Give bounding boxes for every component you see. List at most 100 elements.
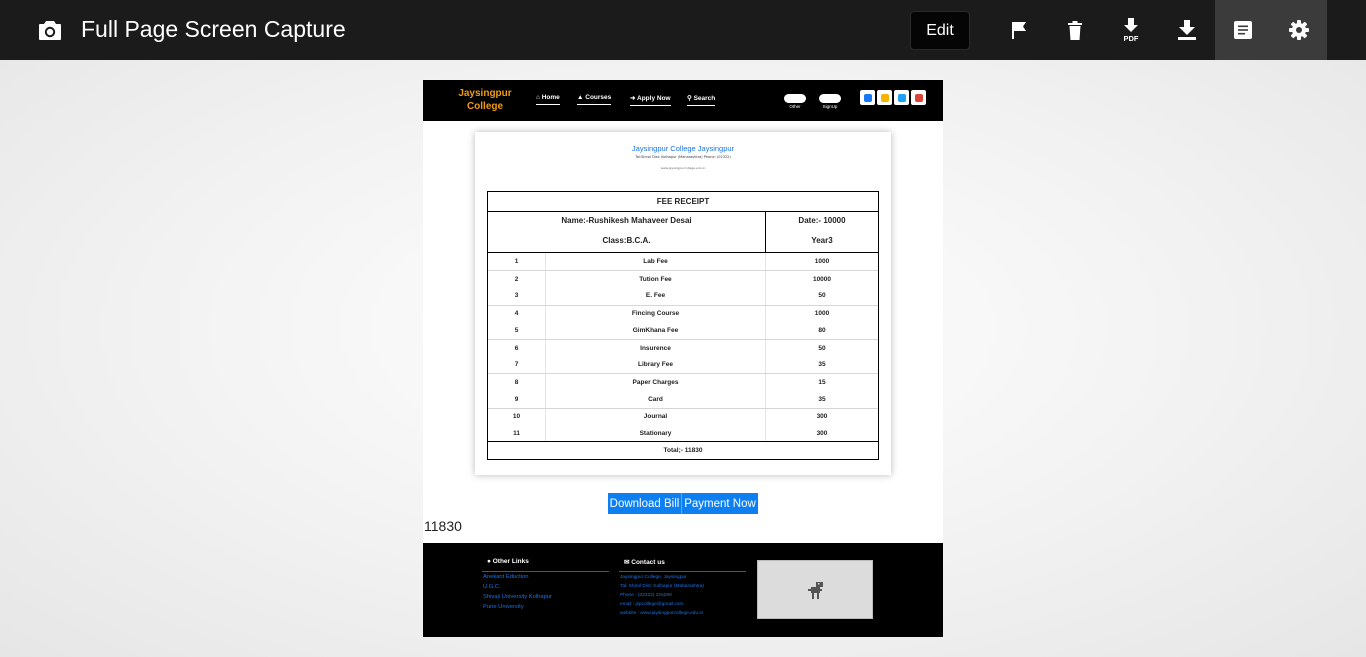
site-footer: ● Other Links Anekant Eduction U.G.C. Sh… (423, 543, 943, 637)
contact-address: Tal: Shirol Dist: Kolhapur (Maharashtra) (620, 584, 704, 589)
table-row: 4 Fincing Course 1000 (488, 304, 878, 322)
table-row: 6 Insurence 50 (488, 339, 878, 357)
contact-college: Jaysingpur College, Jaysingpur (620, 575, 687, 580)
signup-label: SignUp (822, 104, 838, 109)
nav-courses[interactable]: ▲ Courses (577, 94, 612, 105)
settings-button[interactable] (1271, 0, 1327, 60)
row-amount: 300 (816, 413, 828, 421)
nav-home[interactable]: ⌂ Home (536, 94, 560, 105)
download-pdf-icon: PDF (1120, 18, 1142, 42)
row-number: 3 (488, 287, 546, 305)
row-item: Card (546, 390, 766, 408)
map-embed-placeholder[interactable] (757, 560, 873, 619)
instagram-button[interactable] (877, 90, 892, 105)
trash-icon (1068, 20, 1082, 40)
nav-apply-label: Apply Now (637, 95, 671, 102)
student-year: Year3 (811, 236, 833, 245)
row-number: 11 (488, 425, 546, 443)
flag-button[interactable] (991, 0, 1047, 60)
notes-button[interactable] (1215, 0, 1271, 60)
table-row: 8 Paper Charges 15 (488, 373, 878, 391)
receipt-card: Jaysingpur College Jaysingpur Tal:Shirol… (475, 132, 891, 475)
facebook-button[interactable] (860, 90, 875, 105)
row-item: Insurence (546, 340, 766, 357)
row-item: Fincing Course (546, 305, 766, 322)
college-website: www.jaysingpurcollege.edu.in (660, 166, 706, 170)
row-number: 9 (488, 390, 546, 408)
row-item: E. Fee (546, 287, 766, 305)
delete-button[interactable] (1047, 0, 1103, 60)
row-amount: 50 (818, 292, 826, 300)
row-item: GimKhana Fee (546, 321, 766, 339)
row-number: 1 (488, 253, 546, 271)
download-pdf-button[interactable]: PDF (1103, 0, 1159, 60)
student-class: Class:B.C.A. (602, 236, 651, 245)
row-number: 5 (488, 321, 546, 339)
row-item: Journal (546, 408, 766, 425)
row-amount: 50 (818, 344, 826, 352)
nav-home-label: Home (541, 94, 560, 101)
google-button[interactable] (911, 90, 926, 105)
receipt-actions: Download Bill Payment Now (608, 493, 758, 514)
receipt-total: Total;- 11830 (488, 441, 878, 459)
twitter-button[interactable] (894, 90, 909, 105)
row-number: 7 (488, 356, 546, 374)
site-logo[interactable]: Jaysingpur College (457, 87, 513, 113)
payment-now-button[interactable]: Payment Now (682, 493, 758, 514)
footer-link-pune-university[interactable]: Pune University (483, 604, 524, 610)
download-icon (1177, 20, 1197, 40)
row-amount: 1000 (814, 310, 830, 318)
footer-link-shivaji-university[interactable]: Shivaji University Kolhapur (483, 594, 552, 600)
app-title: Full Page Screen Capture (81, 16, 346, 42)
google-icon (914, 93, 923, 102)
table-row: 10 Journal 300 (488, 407, 878, 425)
row-item: Stationary (546, 425, 766, 443)
footer-link-anekant[interactable]: Anekant Eduction (483, 574, 528, 580)
contact-phone: Phone : (02322) 225280 (620, 593, 672, 598)
nav-apply-now[interactable]: ➜ Apply Now (630, 94, 671, 106)
download-bill-button[interactable]: Download Bill (608, 493, 682, 514)
row-item: Library Fee (546, 356, 766, 374)
footer-divider (482, 571, 609, 572)
nav-search[interactable]: ⚲ Search (687, 94, 716, 106)
contact-heading-label: Contact us (631, 559, 665, 566)
receipt-header: Name:-Rushikesh Mahaveer Desai Class:B.C… (488, 212, 878, 253)
notes-icon (1234, 21, 1252, 39)
other-pill-button[interactable] (784, 94, 806, 103)
other-links-heading: ● Other Links (487, 558, 529, 565)
download-button[interactable] (1159, 0, 1215, 60)
table-row: 3 E. Fee 50 (488, 287, 878, 305)
row-number: 4 (488, 305, 546, 322)
row-amount: 1000 (814, 258, 830, 266)
capture-toolbar: Full Page Screen Capture Edit PDF (0, 0, 1366, 60)
edit-button[interactable]: Edit (910, 11, 970, 50)
student-info: Name:-Rushikesh Mahaveer Desai Class:B.C… (488, 212, 766, 252)
row-amount: 35 (818, 395, 826, 403)
contact-us-heading: ✉ Contact us (624, 559, 665, 566)
table-row: 2 Tution Fee 10000 (488, 270, 878, 288)
other-links-heading-label: Other Links (492, 558, 529, 565)
row-amount: 15 (818, 378, 826, 386)
row-amount: 80 (818, 326, 826, 334)
row-amount: 35 (818, 361, 826, 369)
row-amount: 10000 (812, 275, 832, 283)
footer-link-ugc[interactable]: U.G.C. (483, 584, 501, 590)
college-name: Jaysingpur College Jaysingpur (631, 144, 735, 153)
row-number: 2 (488, 271, 546, 288)
facebook-icon (863, 93, 872, 102)
row-amount: 300 (816, 430, 828, 438)
site-navbar: Jaysingpur College ⌂ Home ▲ Courses ➜ Ap… (423, 80, 943, 121)
row-item: Lab Fee (546, 253, 766, 271)
contact-email[interactable]: email : jspcollege@gmail.com (620, 602, 684, 607)
fee-receipt-table: FEE RECEIPT Name:-Rushikesh Mahaveer Des… (487, 191, 879, 460)
table-row: 5 GimKhana Fee 80 (488, 321, 878, 339)
twitter-icon (897, 93, 906, 102)
row-item: Tution Fee (546, 271, 766, 288)
flag-icon (1011, 21, 1027, 39)
row-number: 8 (488, 374, 546, 391)
contact-website[interactable]: website : www.jaysingpurcollege.edu.in (620, 611, 703, 616)
signup-pill-button[interactable] (819, 94, 841, 103)
camera-icon (38, 19, 62, 41)
offline-dino-icon (808, 582, 824, 604)
receipt-date: Date:- 10000 (798, 216, 846, 225)
